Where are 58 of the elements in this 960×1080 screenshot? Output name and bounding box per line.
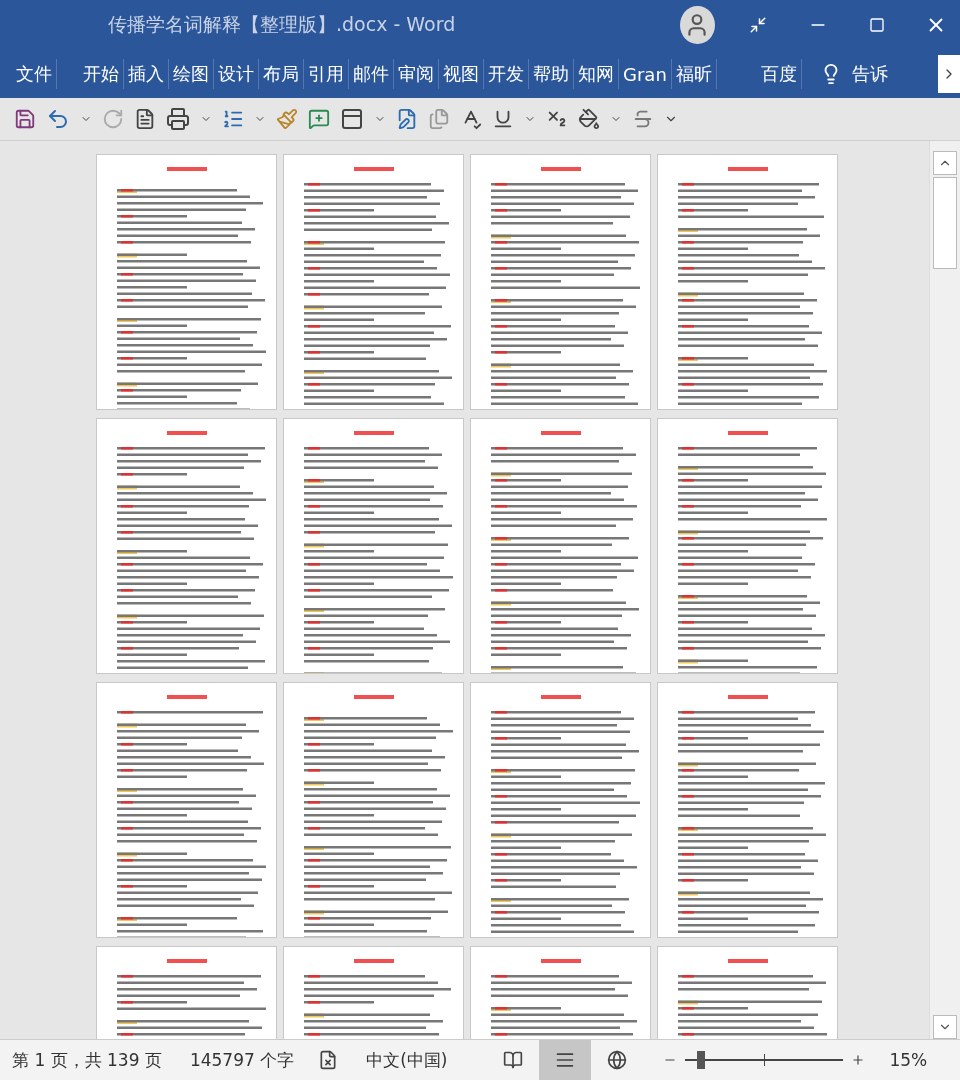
numbered-list-icon[interactable] [222, 108, 244, 130]
ribbon-tab[interactable]: 知网 [574, 59, 619, 89]
page-count[interactable]: 第 1 页，共 139 页 [12, 1048, 162, 1072]
ribbon-tab[interactable]: 视图 [439, 59, 484, 89]
scrollbar-thumb[interactable] [933, 177, 957, 269]
word-count[interactable]: 145797 个字 [189, 1048, 295, 1072]
ribbon-tab[interactable]: 开始 [79, 59, 124, 89]
zoom-in-icon[interactable] [851, 1053, 866, 1067]
page-thumbnail[interactable] [657, 682, 838, 938]
paint-bucket-icon[interactable] [578, 108, 600, 130]
page-thumbnail[interactable] [96, 154, 277, 410]
ribbon-tab[interactable]: 邮件 [349, 59, 394, 89]
page-thumbnail[interactable] [283, 418, 464, 674]
ribbon-tab[interactable]: 审阅 [394, 59, 439, 89]
account-avatar[interactable] [680, 6, 715, 44]
web-layout-icon [607, 1050, 628, 1070]
page-thumbnail[interactable] [283, 154, 464, 410]
page-thumbnail[interactable] [283, 682, 464, 938]
ribbon-tab[interactable]: 引用 [304, 59, 349, 89]
scroll-down-icon[interactable] [933, 1015, 957, 1039]
page-thumbnail[interactable] [657, 154, 838, 410]
ribbon-tab[interactable]: 帮助 [529, 59, 574, 89]
tell-me-field[interactable]: 告诉 [851, 62, 888, 86]
ribbon-tab[interactable]: 百度 [756, 59, 802, 89]
language-label[interactable]: 中文(中国) [366, 1048, 448, 1072]
scroll-up-icon[interactable] [933, 151, 957, 175]
underline-icon[interactable] [492, 108, 514, 130]
edit-document-icon[interactable] [396, 108, 418, 130]
ribbon-tab[interactable]: 开发 [484, 59, 529, 89]
files-icon[interactable] [428, 108, 450, 130]
document-icon[interactable] [134, 108, 156, 130]
proofing-icon[interactable] [318, 1050, 339, 1070]
comment-add-icon[interactable] [308, 108, 330, 130]
page-thumbnail[interactable] [657, 418, 838, 674]
print-layout-icon [555, 1050, 576, 1070]
paintbrush-icon[interactable] [276, 108, 298, 130]
ribbon-tab[interactable]: Gran [619, 59, 672, 89]
zoom-slider-thumb[interactable] [697, 1051, 706, 1069]
window-title: 传播学名词解释【整理版】.docx - Word [108, 12, 456, 37]
page-thumbnail[interactable] [470, 418, 651, 674]
text-box-icon[interactable] [340, 107, 364, 131]
ribbon-tab[interactable]: 插入 [124, 59, 169, 89]
page-thumbnail[interactable] [96, 682, 277, 938]
page-thumbnail[interactable] [470, 154, 651, 410]
scroll-right-icon[interactable] [938, 55, 960, 93]
ribbon-tab[interactable]: 福昕 [671, 59, 717, 89]
undo-icon[interactable] [46, 107, 70, 131]
ribbon-tab[interactable]: 布局 [259, 59, 304, 89]
printer-icon[interactable] [166, 107, 190, 131]
strikethrough-icon[interactable] [632, 108, 654, 130]
page-thumbnail[interactable] [470, 682, 651, 938]
ribbon-tab[interactable]: 文件 [12, 59, 57, 89]
ribbon-tab[interactable]: 设计 [214, 59, 259, 89]
ribbon-tab[interactable]: 绘图 [169, 59, 214, 89]
page-thumbnail[interactable] [96, 418, 277, 674]
read-mode-icon [503, 1050, 524, 1070]
save-icon[interactable] [14, 108, 36, 130]
zoom-percent[interactable]: 15% [889, 1050, 928, 1070]
